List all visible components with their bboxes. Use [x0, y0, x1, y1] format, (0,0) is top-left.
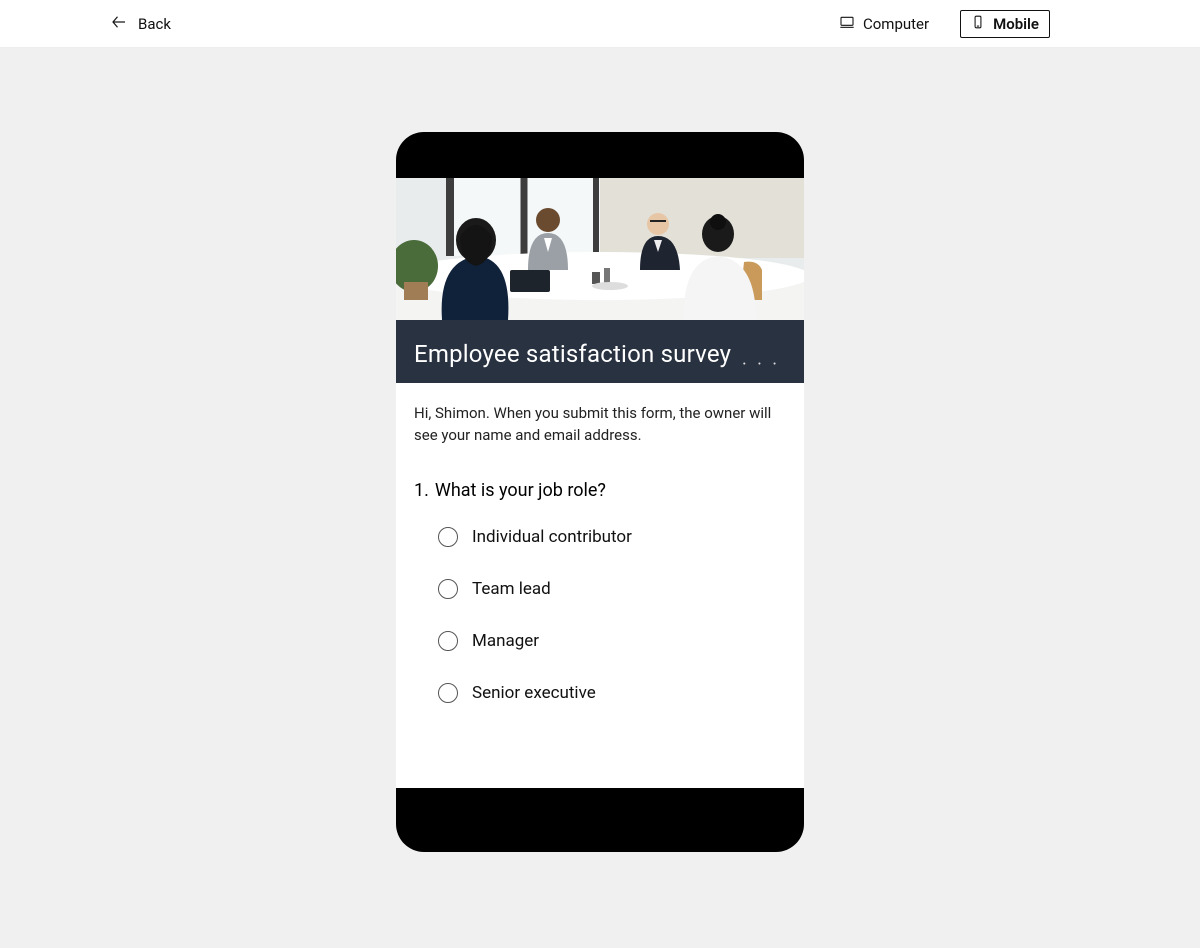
more-options-button[interactable]: · · ·	[742, 354, 780, 375]
back-button[interactable]: Back	[20, 13, 171, 35]
phone-bezel-bottom	[396, 788, 804, 852]
device-mobile-label: Mobile	[993, 15, 1039, 33]
question-text: What is your job role?	[435, 480, 606, 501]
radio-icon	[438, 631, 458, 651]
more-horizontal-icon: · · ·	[742, 354, 780, 375]
radio-icon	[438, 527, 458, 547]
radio-icon	[438, 683, 458, 703]
question-1-options: Individual contributor Team lead Manager…	[414, 527, 786, 703]
option-label: Senior executive	[472, 683, 596, 703]
option-manager[interactable]: Manager	[438, 631, 786, 651]
device-toggle: Computer Mobile	[828, 10, 1180, 38]
back-label: Back	[138, 15, 171, 33]
survey-body: Hi, Shimon. When you submit this form, t…	[396, 383, 804, 736]
option-label: Team lead	[472, 579, 551, 599]
radio-icon	[438, 579, 458, 599]
question-1: 1. What is your job role?	[414, 480, 786, 501]
survey-hero-image	[396, 178, 804, 320]
topbar: Back Computer Mobile	[0, 0, 1200, 48]
option-individual-contributor[interactable]: Individual contributor	[438, 527, 786, 547]
preview-stage: Employee satisfaction survey · · · Hi, S…	[0, 48, 1200, 948]
device-computer-button[interactable]: Computer	[828, 10, 940, 38]
survey-header: Employee satisfaction survey · · ·	[396, 320, 804, 383]
option-label: Manager	[472, 631, 539, 651]
privacy-notice: Hi, Shimon. When you submit this form, t…	[414, 403, 786, 447]
back-arrow-icon	[110, 13, 128, 35]
phone-bezel-top	[396, 132, 804, 178]
phone-frame: Employee satisfaction survey · · · Hi, S…	[396, 132, 804, 852]
computer-icon	[839, 14, 855, 34]
option-label: Individual contributor	[472, 527, 632, 547]
question-number: 1.	[414, 480, 429, 501]
device-computer-label: Computer	[863, 15, 929, 33]
phone-screen: Employee satisfaction survey · · · Hi, S…	[396, 178, 804, 788]
option-senior-executive[interactable]: Senior executive	[438, 683, 786, 703]
device-mobile-button[interactable]: Mobile	[960, 10, 1050, 38]
survey-title: Employee satisfaction survey	[414, 340, 786, 369]
mobile-icon	[971, 14, 985, 34]
option-team-lead[interactable]: Team lead	[438, 579, 786, 599]
